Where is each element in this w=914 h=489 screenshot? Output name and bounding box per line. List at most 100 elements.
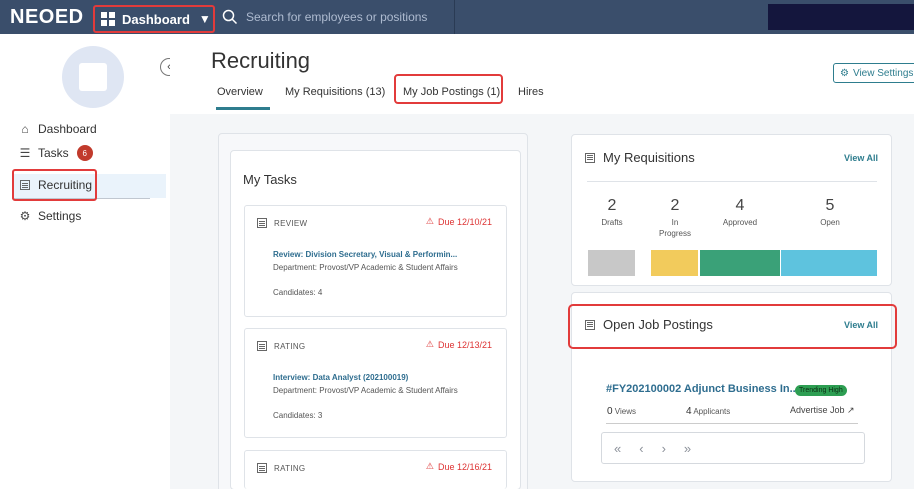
tab-my-requisitions[interactable]: My Requisitions (13) — [285, 86, 385, 98]
view-settings-label: View Settings — [852, 67, 914, 79]
page-title: Recruiting — [211, 48, 311, 73]
grid-icon — [101, 12, 115, 26]
task-type-label: RATING — [274, 463, 306, 473]
warning-icon: ⚠ — [425, 461, 434, 471]
task-due: ⚠ Due 12/10/21 — [426, 216, 492, 227]
trending-badge: Trending High — [795, 385, 847, 396]
sidebar-item-dashboard[interactable]: ⌂ Dashboard — [18, 122, 97, 136]
task-title-link[interactable]: Interview: Data Analyst (202100019) — [273, 373, 498, 382]
views-value: 0 — [607, 406, 613, 417]
applicants-count: 4 Applicants — [686, 406, 730, 417]
applicants-label: Applicants — [693, 407, 731, 416]
user-area[interactable] — [768, 4, 914, 30]
task-due: ⚠ Due 12/16/21 — [426, 461, 492, 472]
task-department: Department: Provost/VP Academic & Studen… — [273, 386, 458, 395]
task-type: RATING — [257, 463, 305, 473]
task-due-label: Due 12/16/21 — [437, 461, 492, 472]
previous-page-icon[interactable]: ‹ — [639, 441, 643, 456]
document-icon — [257, 341, 267, 351]
gear-icon: ⚙ — [19, 209, 31, 223]
stat-label: In Progress — [658, 218, 691, 238]
divider — [587, 181, 877, 182]
applicants-value: 4 — [686, 406, 692, 417]
stat-value: 2 — [607, 197, 617, 214]
warning-icon: ⚠ — [425, 216, 434, 226]
requisitions-view-all-link[interactable]: View All — [844, 153, 878, 163]
document-icon — [585, 152, 595, 163]
tab-overview[interactable]: Overview — [217, 86, 263, 98]
task-card[interactable]: RATING ⚠ Due 12/13/21 Interview: Data An… — [244, 328, 507, 438]
drafts-bar-segment — [588, 250, 635, 276]
my-requisitions-title-label: My Requisitions — [603, 150, 695, 165]
sidebar-item-label: Settings — [38, 209, 82, 223]
task-candidates: Candidates: 3 — [273, 411, 323, 420]
task-department: Department: Provost/VP Academic & Studen… — [273, 263, 458, 272]
task-due-label: Due 12/13/21 — [437, 339, 492, 350]
last-page-icon[interactable]: » — [684, 441, 691, 456]
my-requisitions-title: My Requisitions — [585, 150, 695, 165]
job-postings-view-all-link[interactable]: View All — [844, 320, 878, 330]
stat-value: 5 — [825, 197, 835, 214]
stat-label: Drafts — [601, 218, 623, 227]
open-job-postings-title: Open Job Postings — [585, 317, 713, 332]
open-job-postings-title-label: Open Job Postings — [603, 317, 713, 332]
stat-label: Approved — [722, 218, 758, 227]
search-bar — [218, 0, 455, 34]
recruiting-highlight-box — [12, 169, 97, 201]
task-title-link[interactable]: Review: Division Secretary, Visual & Per… — [273, 250, 498, 259]
stat-label: Open — [820, 218, 840, 227]
views-count: 0 Views — [607, 406, 636, 417]
task-card[interactable]: RATING ⚠ Due 12/16/21 — [244, 450, 507, 489]
task-due: ⚠ Due 12/13/21 — [426, 339, 492, 350]
job-posting-link[interactable]: #FY202100002 Adjunct Business In... — [606, 383, 799, 395]
stat-value: 4 — [735, 197, 745, 214]
stat-approved[interactable]: 4 Approved — [710, 197, 770, 228]
task-type-label: REVIEW — [274, 218, 308, 228]
top-bar: NEOED Dashboard ▼ — [0, 0, 914, 34]
search-icon — [222, 9, 238, 25]
views-label: Views — [614, 407, 636, 416]
settings-icon: ⚙ — [840, 67, 849, 79]
home-icon: ⌂ — [21, 122, 29, 136]
advertise-job-link[interactable]: Advertise Job ↗ — [790, 405, 855, 416]
my-tasks-title: My Tasks — [243, 172, 297, 187]
dashboard-switcher-button[interactable]: Dashboard ▼ — [93, 5, 215, 33]
task-card[interactable]: REVIEW ⚠ Due 12/10/21 Review: Division S… — [244, 205, 507, 317]
first-page-icon[interactable]: « — [614, 441, 621, 456]
sidebar-item-label: Dashboard — [38, 122, 97, 136]
my-tasks-card — [230, 150, 521, 489]
in-progress-bar-segment — [651, 250, 698, 276]
list-icon: ☰ — [19, 146, 31, 160]
next-page-icon[interactable]: › — [662, 441, 666, 456]
task-type-label: RATING — [274, 341, 306, 351]
page-header: Recruiting Overview My Requisitions (13)… — [170, 34, 914, 114]
document-icon — [257, 463, 267, 473]
active-tab-indicator — [216, 107, 270, 110]
stat-value: 2 — [670, 197, 680, 214]
app-logo[interactable]: NEOED — [10, 6, 84, 29]
document-icon — [585, 319, 595, 330]
tasks-count-badge: 6 — [76, 145, 93, 161]
task-type: REVIEW — [257, 218, 307, 228]
stat-drafts[interactable]: 2 Drafts — [582, 197, 642, 228]
sidebar-item-tasks[interactable]: ☰ Tasks 6 — [18, 145, 93, 161]
stat-in-progress[interactable]: 2 In Progress — [645, 197, 705, 239]
task-type: RATING — [257, 341, 305, 351]
pagination: « ‹ › » — [601, 432, 865, 464]
open-bar-segment — [781, 250, 877, 276]
tab-hires[interactable]: Hires — [518, 86, 544, 98]
warning-icon: ⚠ — [425, 339, 434, 349]
dashboard-switcher-label: Dashboard — [122, 11, 190, 27]
task-due-label: Due 12/10/21 — [437, 216, 492, 227]
search-input[interactable] — [246, 10, 446, 24]
task-candidates: Candidates: 4 — [273, 288, 323, 297]
document-icon — [257, 218, 267, 228]
approved-bar-segment — [700, 250, 780, 276]
sidebar-item-label: Tasks — [38, 146, 69, 160]
sidebar-item-settings[interactable]: ⚙ Settings — [18, 209, 82, 223]
stat-open[interactable]: 5 Open — [800, 197, 860, 228]
divider — [606, 423, 858, 424]
view-settings-button[interactable]: ⚙ View Settings — [833, 63, 914, 83]
avatar[interactable] — [62, 46, 124, 108]
chevron-down-icon: ▼ — [198, 12, 211, 26]
